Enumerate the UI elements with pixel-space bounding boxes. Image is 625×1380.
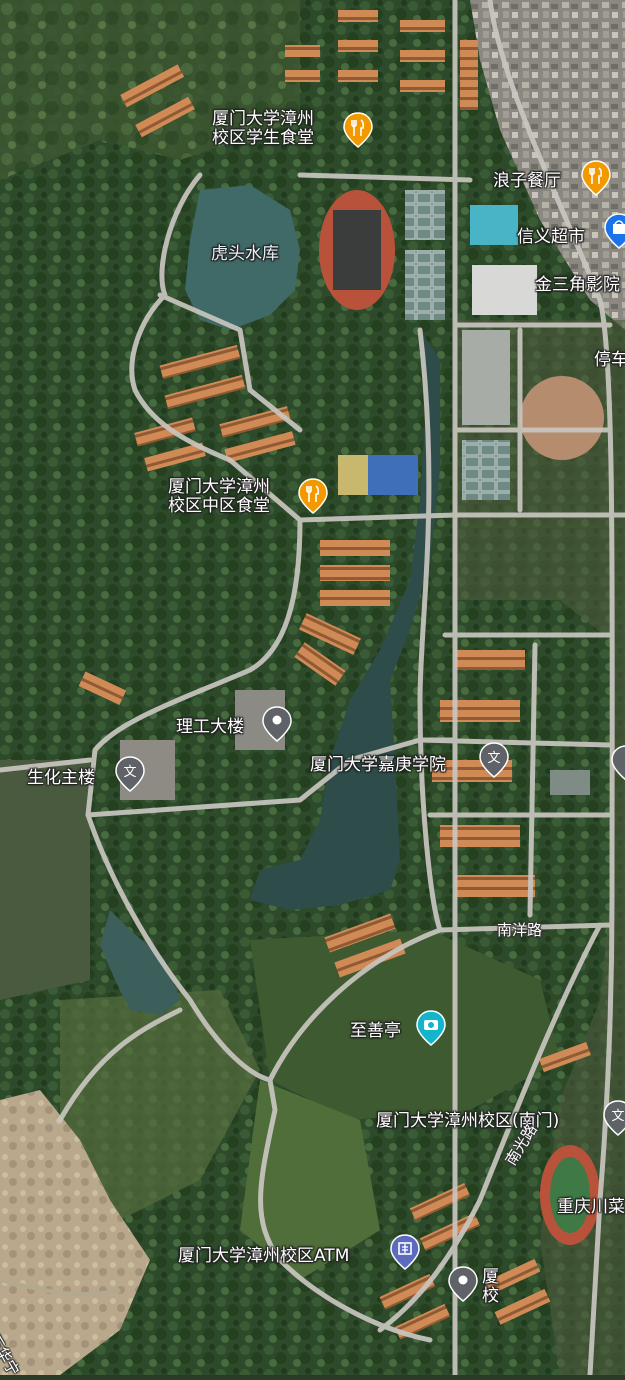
- place-icon[interactable]: [448, 1266, 478, 1302]
- poi-student-canteen-label[interactable]: 厦门大学漳州 校区学生食堂: [212, 110, 314, 148]
- camera-icon[interactable]: [416, 1010, 446, 1046]
- poi-chongqing-restaurant-label[interactable]: 重庆川菜: [557, 1198, 625, 1217]
- poi-zhishan-pavilion-label[interactable]: 至善亭: [350, 1022, 401, 1041]
- poi-xinyi-supermarket-label[interactable]: 信义超市: [517, 228, 585, 247]
- poi-parking-label[interactable]: 停车: [594, 351, 625, 370]
- poi-langzi-restaurant-label[interactable]: 浪子餐厅: [493, 172, 561, 191]
- svg-text:文: 文: [487, 751, 500, 766]
- restaurant-icon[interactable]: [581, 160, 611, 196]
- school-icon[interactable]: 文: [115, 756, 145, 792]
- poi-line: 校区学生食堂: [212, 128, 314, 148]
- road-nanyang-label: 南洋路: [497, 921, 543, 939]
- school-icon[interactable]: [611, 745, 625, 781]
- satellite-map[interactable]: [0, 0, 625, 1375]
- poi-line: 厦门大学漳州: [168, 477, 270, 497]
- poi-campus-place-label[interactable]: 厦 校: [482, 1268, 499, 1306]
- restaurant-icon[interactable]: [343, 112, 373, 148]
- poi-jinsanjiao-cinema-label[interactable]: 金三角影院: [535, 276, 620, 295]
- poi-huotou-reservoir-label[interactable]: 虎头水库: [211, 245, 279, 264]
- svg-text:文: 文: [611, 1109, 624, 1124]
- poi-atm-label[interactable]: 厦门大学漳州校区ATM: [178, 1247, 349, 1266]
- shopping-icon[interactable]: [604, 213, 625, 249]
- poi-line: 厦门大学漳州: [212, 109, 314, 129]
- svg-text:文: 文: [123, 765, 136, 780]
- poi-line: 校: [482, 1286, 499, 1306]
- school-icon[interactable]: 文: [603, 1100, 625, 1136]
- poi-line: 校区中区食堂: [168, 496, 270, 516]
- school-icon[interactable]: 文: [479, 742, 509, 778]
- bank-icon[interactable]: [390, 1234, 420, 1270]
- poi-biochem-building-label[interactable]: 生化主楼: [27, 769, 95, 788]
- place-icon[interactable]: [262, 706, 292, 742]
- poi-jiageng-college-label[interactable]: 厦门大学嘉庚学院: [310, 756, 446, 775]
- poi-central-canteen-label[interactable]: 厦门大学漳州 校区中区食堂: [168, 478, 270, 516]
- restaurant-icon[interactable]: [298, 478, 328, 514]
- poi-line: 厦: [482, 1267, 499, 1287]
- poi-science-building-label[interactable]: 理工大楼: [176, 718, 244, 737]
